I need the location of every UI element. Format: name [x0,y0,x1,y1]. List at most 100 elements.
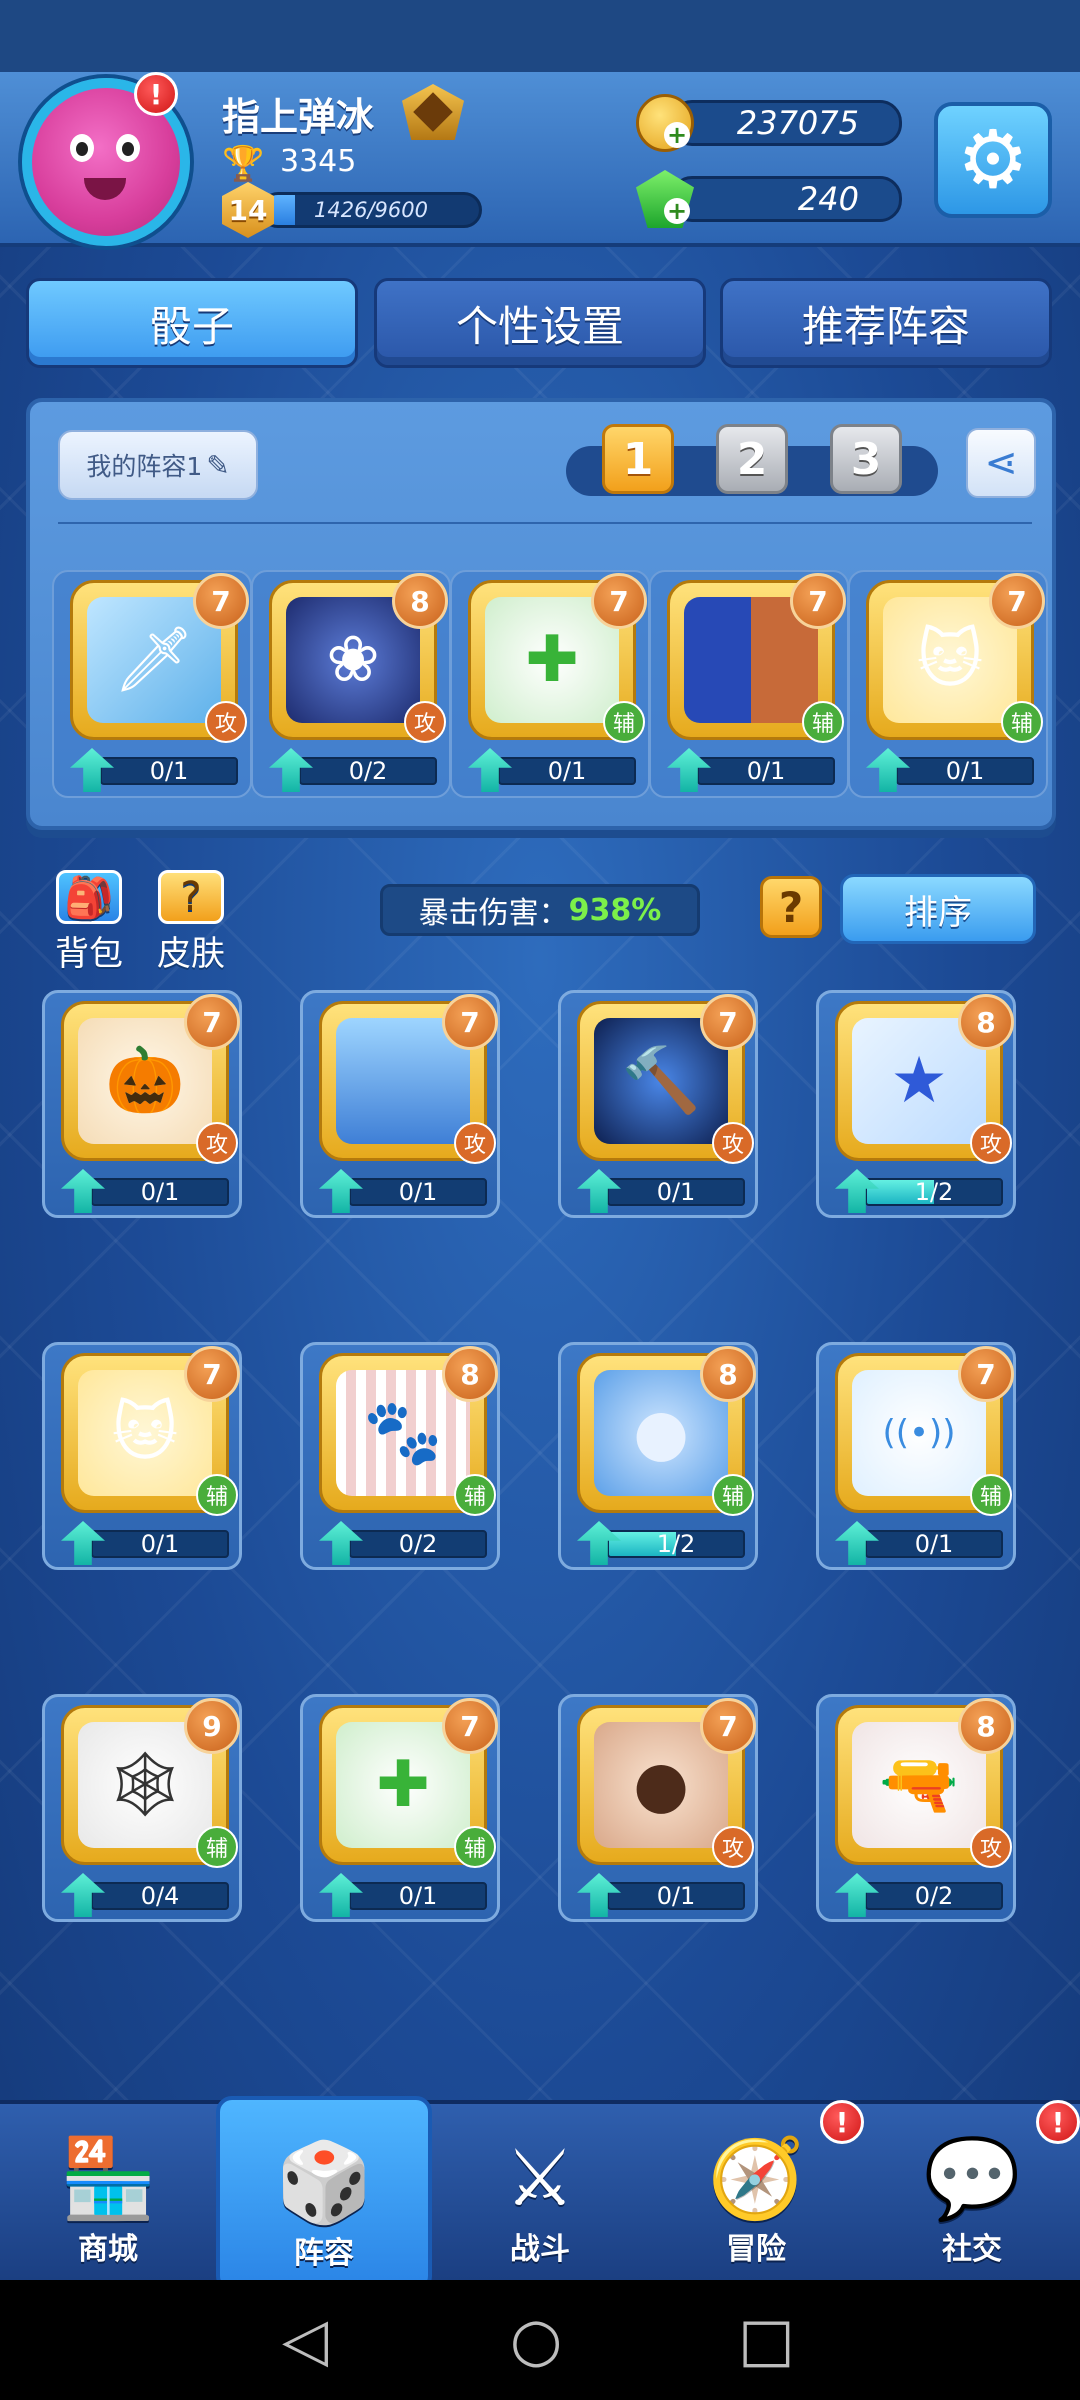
dice-frame: ((•)) 7 辅 [835,1346,1014,1516]
upgrade-progress: 0/2 [319,1521,487,1565]
bag-button[interactable]: 🎒 背包 [44,870,134,975]
bag-icon: 🎒 [56,870,122,924]
upgrade-progress: 1/2 [577,1521,745,1565]
upgrade-progress-track: 0/1 [607,1178,745,1206]
dice-role-badge: 辅 [454,1474,496,1516]
upgrade-progress-track: 0/1 [349,1882,487,1910]
dice-role-badge: 攻 [205,701,247,743]
dice-card[interactable]: 🎃 7 攻 0/1 [42,990,242,1218]
sort-button[interactable]: 排序 [840,874,1036,944]
upgrade-progress-track: 0/1 [91,1530,229,1558]
settings-button[interactable]: ⚙ [934,102,1052,218]
dice-card[interactable]: ((•)) 7 辅 0/1 [816,1342,1016,1570]
upgrade-progress-track: 0/4 [91,1882,229,1910]
bag-label: 背包 [55,934,123,974]
upgrade-progress-track: 0/1 [100,757,238,785]
dice-role-badge: 辅 [802,701,844,743]
upgrade-progress: 0/4 [61,1873,229,1917]
dice-card[interactable]: 🗡 7 攻 0/1 [52,570,252,798]
upgrade-progress: 0/1 [667,748,835,792]
adventure-icon: 🧭 [707,2134,805,2224]
dice-card[interactable]: 🐱 7 辅 0/1 [42,1342,242,1570]
dice-role-badge: 攻 [970,1122,1012,1164]
dice-frame: 🐱 7 辅 [866,573,1045,743]
trophy-icon: 🏆 [222,144,265,184]
dice-frame: ★ 8 攻 [835,994,1014,1164]
upgrade-progress-track: 1/2 [607,1530,745,1558]
recents-icon[interactable]: □ [738,2310,795,2370]
gear-icon: ⚙ [957,113,1029,206]
dice-frame: 🎃 7 攻 [61,994,240,1164]
dice-frame: 🗡 7 攻 [70,573,249,743]
skin-label: 皮肤 [157,934,225,974]
dice-level-badge: 7 [989,573,1045,629]
upgrade-progress-text: 0/1 [140,1178,180,1206]
dice-card[interactable]: ✚ 7 辅 0/1 [300,1694,500,1922]
dice-card[interactable]: 🕸 9 辅 0/4 [42,1694,242,1922]
trophy-count: 3345 [280,144,357,179]
upgrade-progress-track: 0/1 [607,1882,745,1910]
skin-button[interactable]: ? 皮肤 [146,870,236,975]
crossed-swords-icon: ⚔ [505,2134,575,2224]
upgrade-progress-text: 0/1 [914,1530,954,1558]
dice-card[interactable]: ✚ 7 辅 0/1 [450,570,650,798]
dice-frame: ● 7 攻 [577,1698,756,1868]
avatar-mouth [84,178,126,200]
tab-recommended[interactable]: 推荐阵容 [720,278,1052,368]
dice-card[interactable]: ❀ 8 攻 0/2 [251,570,451,798]
tab-personalize[interactable]: 个性设置 [374,278,706,368]
deck-slot-3[interactable]: 3 [830,424,902,494]
upgrade-progress-track: 0/1 [896,757,1034,785]
skin-question-icon: ? [158,870,224,924]
nav-shop[interactable]: 🏪 商城 [0,2104,216,2284]
deck-slot-2[interactable]: 2 [716,424,788,494]
upgrade-progress: 0/1 [468,748,636,792]
coin-counter: 237075 [670,100,902,146]
help-button[interactable]: ? [760,876,822,938]
dice-frame: 🕸 9 辅 [61,1698,240,1868]
upgrade-progress: 0/1 [319,1169,487,1213]
xp-text: 1426/9600 [314,198,428,222]
add-gem-icon[interactable]: + [664,198,690,224]
dice-card[interactable]: ★ 8 攻 1/2 [816,990,1016,1218]
dice-card[interactable]: ● 8 辅 1/2 [558,1342,758,1570]
dice-card[interactable]: 🔫 8 攻 0/2 [816,1694,1016,1922]
dice-level-badge: 7 [442,1698,498,1754]
deck-panel: 我的阵容1 ✎ 1 2 3 ⋖ 🗡 7 攻 0/1 ❀ 8 攻 0/2 ✚ 7 辅 0/1 7 辅 0/1 🐱… [26,398,1056,830]
upgrade-progress-text: 0/2 [914,1882,954,1910]
upgrade-progress: 0/2 [269,748,437,792]
dice-level-badge: 7 [700,994,756,1050]
nav-battle[interactable]: ⚔ 战斗 [432,2104,648,2284]
deck-slot-1[interactable]: 1 [602,424,674,494]
upgrade-progress-track: 0/1 [865,1530,1003,1558]
upgrade-progress-track: 0/1 [697,757,835,785]
dice-level-badge: 7 [184,994,240,1050]
dice-card[interactable]: 🔨 7 攻 0/1 [558,990,758,1218]
dice-level-badge: 8 [958,1698,1014,1754]
dice-card[interactable]: 🐾 8 辅 0/2 [300,1342,500,1570]
upgrade-progress-text: 0/1 [398,1882,438,1910]
upgrade-progress-text: 0/1 [945,757,985,785]
home-icon[interactable]: ○ [510,2310,562,2370]
avatar-eye [116,134,140,162]
dice-role-badge: 攻 [404,701,446,743]
deck-name-button[interactable]: 我的阵容1 ✎ [58,430,258,500]
nav-deck[interactable]: 🎲 阵容 [216,2096,432,2292]
dice-level-badge: 8 [700,1346,756,1402]
dice-level-badge: 7 [184,1346,240,1402]
upgrade-progress-text: 0/4 [140,1882,180,1910]
upgrade-progress-track: 0/2 [865,1882,1003,1910]
avatar-alert-badge: ! [134,72,178,116]
dice-card[interactable]: ● 7 攻 0/1 [558,1694,758,1922]
share-button[interactable]: ⋖ [966,428,1036,498]
add-coin-icon[interactable]: + [664,122,690,148]
dice-card[interactable]: 7 攻 0/1 [300,990,500,1218]
deck-divider [58,522,1032,524]
dice-card[interactable]: 🐱 7 辅 0/1 [848,570,1048,798]
back-icon[interactable]: ◁ [282,2310,328,2370]
tab-dice[interactable]: 骰子 [26,278,358,368]
rank-badge-icon[interactable] [402,84,464,140]
dice-role-badge: 攻 [712,1122,754,1164]
dice-role-badge: 辅 [196,1474,238,1516]
dice-card[interactable]: 7 辅 0/1 [649,570,849,798]
